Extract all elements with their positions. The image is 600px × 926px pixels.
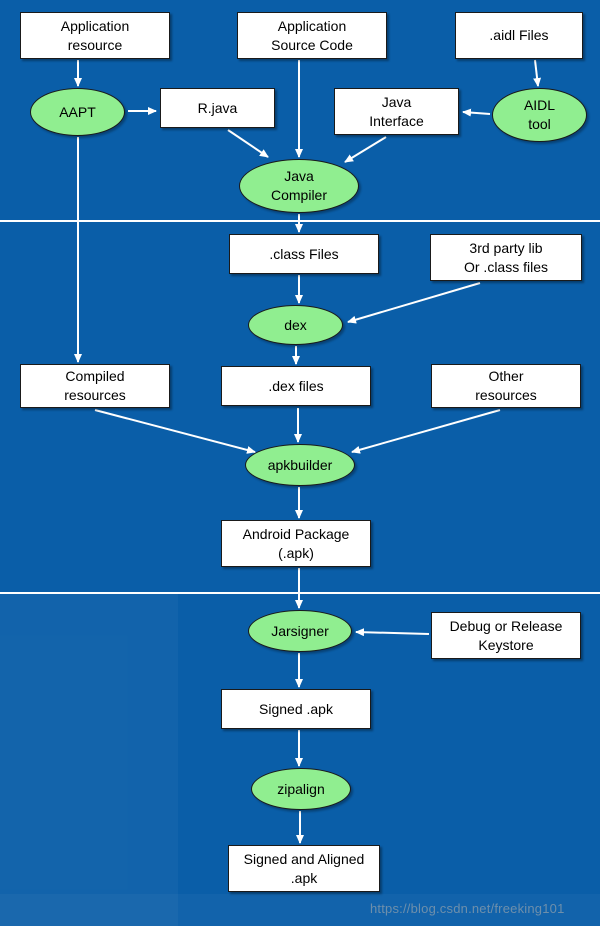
node-label: Interface [369, 112, 424, 129]
divider-compile-stage [0, 220, 600, 222]
node-third-party-lib[interactable]: 3rd party lib Or .class files [430, 234, 582, 281]
node-label: .class Files [269, 245, 339, 262]
node-label: apkbuilder [267, 456, 333, 473]
node-label: (.apk) [278, 544, 314, 561]
node-aidl-tool[interactable]: AIDL tool [492, 88, 587, 142]
node-label: AAPT [59, 103, 96, 120]
keystore-to-jarsigner [355, 628, 430, 637]
node-java-compiler[interactable]: Java Compiler [239, 159, 359, 213]
divider-package-stage [0, 592, 600, 594]
node-compiled-resources[interactable]: Compiled resources [20, 364, 170, 408]
node-dex[interactable]: dex [248, 305, 343, 345]
node-other-resources[interactable]: Other resources [431, 364, 581, 408]
node-label: Compiler [270, 187, 327, 203]
node-android-package[interactable]: Android Package (.apk) [221, 520, 371, 567]
node-keystore[interactable]: Debug or Release Keystore [431, 612, 581, 659]
aidl-files-to-aidl-tool [533, 59, 542, 87]
node-label: resource [67, 36, 123, 53]
node-label: Source Code [271, 36, 353, 53]
diagram-canvas: Application resource Application Source Cod… [0, 0, 600, 926]
node-label: Keystore [478, 636, 534, 653]
node-aapt[interactable]: AAPT [30, 88, 125, 136]
node-label: resources [475, 387, 537, 403]
node-app-source-code[interactable]: Application Source Code [237, 12, 387, 59]
node-class-files[interactable]: .class Files [229, 234, 379, 274]
node-label: Application [277, 17, 347, 34]
node-apkbuilder[interactable]: apkbuilder [245, 444, 355, 486]
node-label: AIDL [523, 97, 556, 114]
node-label: Java [284, 168, 314, 185]
node-label: Signed .apk [259, 700, 333, 717]
node-label: .apk [290, 869, 318, 886]
node-aidl-files[interactable]: .aidl Files [455, 12, 583, 59]
node-label: Or .class files [463, 258, 548, 275]
node-label: dex [284, 316, 307, 333]
aidl-tool-to-java-interface [462, 108, 491, 117]
node-label: zipalign [277, 780, 325, 797]
node-label: Debug or Release [449, 617, 563, 634]
node-label: Application [60, 17, 130, 34]
other-res-to-apkbuilder [351, 409, 501, 454]
node-jarsigner[interactable]: Jarsigner [248, 610, 352, 652]
watermark-text: https://blog.csdn.net/freeking101 [370, 901, 565, 916]
node-label: Jarsigner [271, 622, 329, 639]
node-signed-aligned-apk[interactable]: Signed and Aligned .apk [228, 845, 380, 892]
rjava-to-java-compiler [227, 129, 269, 158]
node-label: .aidl Files [489, 27, 549, 44]
node-label: tool [528, 116, 551, 132]
node-label: Android Package [242, 525, 350, 542]
node-java-interface[interactable]: Java Interface [334, 88, 459, 135]
node-label: resources [64, 387, 126, 403]
compiled-res-to-apkbuilder [94, 409, 256, 454]
node-label: R.java [197, 99, 238, 116]
node-r-java[interactable]: R.java [160, 88, 275, 128]
java-interface-to-compiler [344, 136, 387, 163]
node-signed-apk[interactable]: Signed .apk [221, 689, 371, 729]
third-party-to-dex [347, 282, 481, 324]
node-dex-files[interactable]: .dex files [221, 366, 371, 406]
background-block-left [0, 592, 178, 926]
node-label: Compiled [65, 368, 125, 385]
node-label: .dex files [268, 377, 324, 394]
node-zipalign[interactable]: zipalign [251, 768, 351, 810]
node-label: Signed and Aligned [243, 850, 365, 867]
node-label: Java [381, 93, 412, 110]
node-label: Other [488, 368, 524, 385]
node-app-resource[interactable]: Application resource [20, 12, 170, 59]
node-label: 3rd party lib [469, 239, 543, 256]
